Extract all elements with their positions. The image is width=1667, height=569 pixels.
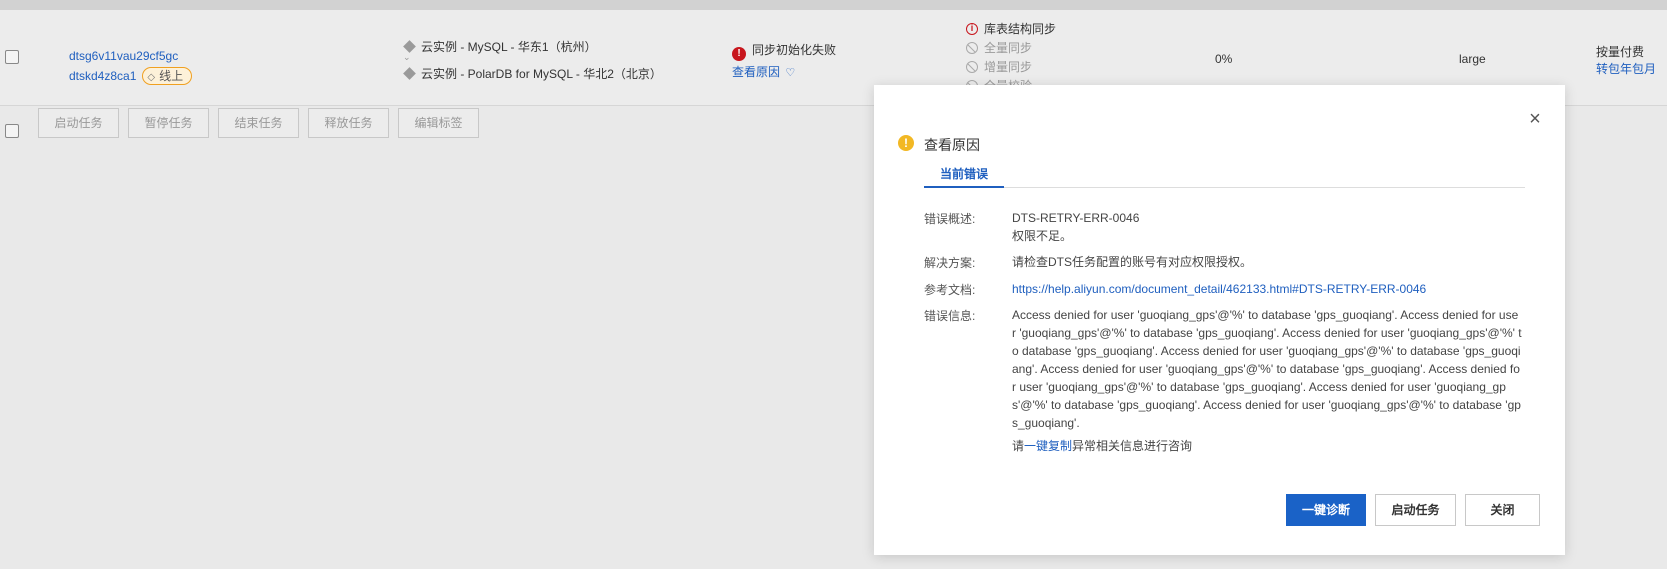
info-icon xyxy=(966,23,978,35)
dialog-tabs: 当前错误 xyxy=(924,165,1525,188)
error-icon: ! xyxy=(732,47,746,61)
disabled-icon xyxy=(966,61,978,73)
job-id-line: dtskd4z8ca1 ◇ 线上 xyxy=(69,67,193,85)
doc-label: 参考文档: xyxy=(924,283,976,297)
status-text: 同步初始化失败 xyxy=(752,43,837,57)
close-icon[interactable]: × xyxy=(1525,109,1545,129)
step-label: 库表结构同步 xyxy=(984,22,1057,36)
copy-hint-prefix: 请 xyxy=(1012,439,1025,453)
warning-icon: ! xyxy=(898,135,914,151)
summary-label: 错误概述: xyxy=(924,212,976,226)
view-reason-link[interactable]: 查看原因 xyxy=(732,65,780,79)
bulk-pause-button[interactable]: 暂停任务 xyxy=(128,108,209,138)
target-node: 云实例 - PolarDB for MySQL - 华北2（北京） xyxy=(403,65,662,82)
error-code: DTS-RETRY-ERR-0046 xyxy=(1012,211,1140,225)
error-reason-dialog: × ! 查看原因 当前错误 错误概述: DTS-RETRY-ERR-0046 权… xyxy=(874,85,1565,555)
source-node-label: 云实例 - MySQL - 华东1（杭州） xyxy=(421,40,597,54)
start-task-button[interactable]: 启动任务 xyxy=(1375,494,1456,526)
solution-label: 解决方案: xyxy=(924,256,976,270)
copy-hint: 请一键复制异常相关信息进行咨询 xyxy=(1012,437,1192,455)
environment-tag-label: 线上 xyxy=(159,69,184,83)
source-node: 云实例 - MySQL - 华东1（杭州） xyxy=(403,38,597,55)
select-all-checkbox[interactable] xyxy=(5,124,19,138)
bulk-start-button[interactable]: 启动任务 xyxy=(38,108,119,138)
error-message: Access denied for user 'guoqiang_gps'@'%… xyxy=(1012,308,1522,430)
copy-hint-suffix: 异常相关信息进行咨询 xyxy=(1072,439,1193,453)
page-header-strip xyxy=(0,0,1667,10)
progress-value: 0% xyxy=(1215,52,1233,66)
error-info-label: 错误信息: xyxy=(924,309,976,323)
environment-tag[interactable]: ◇ 线上 xyxy=(142,67,193,85)
tab-current-error[interactable]: 当前错误 xyxy=(924,165,1004,188)
switch-billing-link[interactable]: 转包年包月 xyxy=(1596,60,1656,77)
diagnose-button[interactable]: 一键诊断 xyxy=(1286,494,1366,526)
close-button[interactable]: 关闭 xyxy=(1465,494,1540,526)
heartbeat-icon[interactable]: ♡ xyxy=(785,67,795,79)
cube-icon xyxy=(403,67,416,80)
job-id-link[interactable]: dtskd4z8ca1 xyxy=(69,69,136,83)
step-label: 增量同步 xyxy=(984,60,1033,74)
task-status: ! 同步初始化失败 xyxy=(732,41,836,61)
target-node-label: 云实例 - PolarDB for MySQL - 华北2（北京） xyxy=(421,67,662,81)
bulk-release-button[interactable]: 释放任务 xyxy=(308,108,389,138)
error-description: 权限不足。 xyxy=(1012,229,1073,243)
doc-link[interactable]: https://help.aliyun.com/document_detail/… xyxy=(1012,280,1426,298)
step-schema-sync: 库表结构同步 xyxy=(966,20,1056,37)
solution-text: 请检查DTS任务配置的账号有对应权限授权。 xyxy=(1012,255,1253,269)
view-reason[interactable]: 查看原因 ♡ xyxy=(732,63,795,80)
billing-type: 按量付费 xyxy=(1596,45,1645,59)
row-checkbox[interactable] xyxy=(5,50,19,64)
dialog-title: 查看原因 xyxy=(924,137,980,153)
chevron-down-icon: ⌄ xyxy=(403,52,411,62)
spec-value: large xyxy=(1459,52,1486,66)
copy-link[interactable]: 一键复制 xyxy=(1024,439,1072,453)
bulk-edit-tags-button[interactable]: 编辑标签 xyxy=(398,108,479,138)
step-incremental-sync: 增量同步 xyxy=(966,58,1032,75)
disabled-icon xyxy=(966,42,978,54)
step-full-sync: 全量同步 xyxy=(966,39,1032,56)
tag-icon: ◇ xyxy=(147,72,156,83)
task-id-link[interactable]: dtsg6v11vau29cf5gc xyxy=(69,49,178,63)
bulk-end-button[interactable]: 结束任务 xyxy=(218,108,299,138)
cube-icon xyxy=(403,40,416,53)
step-label: 全量同步 xyxy=(984,41,1033,55)
